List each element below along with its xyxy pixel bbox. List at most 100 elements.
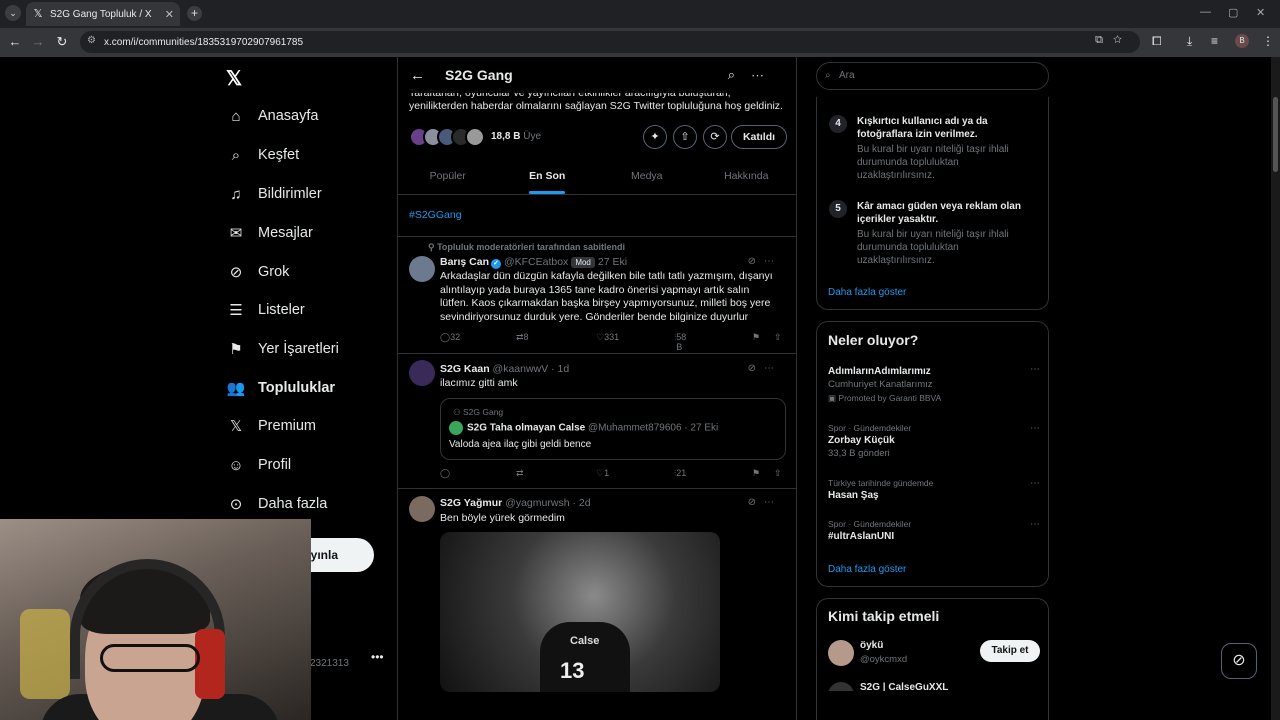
rule-title: Kâr amacı güden veya reklam olan içerikl… (857, 201, 1021, 225)
reload-icon[interactable]: ↻ (50, 34, 74, 50)
close-window-icon[interactable]: ✕ (1256, 6, 1265, 19)
address-bar[interactable]: ⚙ x.com/i/communities/183531970290796178… (80, 31, 1140, 53)
member-count[interactable]: 18,8 B Üye (491, 131, 541, 142)
nav-item-explore[interactable]: ⌕ Keşfet (226, 140, 299, 170)
nav-item-premium[interactable]: 𝕏 Premium (226, 411, 316, 441)
post-author[interactable]: S2G Kaan @kaanwwV · 1d (440, 363, 569, 375)
extensions-icon[interactable]: ⧠ (1152, 34, 1162, 49)
nav-item-lists[interactable]: ☰ Listeler (226, 295, 304, 325)
scrollbar-thumb[interactable] (1273, 97, 1278, 172)
nav-item-profile[interactable]: ☺ Profil (226, 450, 291, 480)
nav-item-grok[interactable]: ⊘ Grok (226, 257, 290, 287)
tab-media[interactable]: Medya (597, 158, 697, 194)
nav-item-home[interactable]: ⌂ Anasayfa (226, 101, 318, 131)
nav-item-messages[interactable]: ✉ Mesajlar (226, 218, 313, 248)
media-icon[interactable]: ≡ (1211, 34, 1218, 48)
who-to-follow-card: Kimi takip etmeli öykü @oykcmxd Takip et… (816, 598, 1049, 720)
post[interactable]: S2G Yağmur @yagmurwsh · 2d ⊘⋯ Ben böyle … (398, 488, 796, 720)
trend-item[interactable]: Spor · Gündemdekiler Zorbay Küçük 33,3 B… (828, 423, 1040, 459)
close-tab-icon[interactable]: ✕ (165, 8, 174, 21)
joined-button[interactable]: Katıldı (731, 125, 787, 149)
search-input[interactable]: ⌕ Ara (816, 62, 1049, 90)
grok-icon[interactable]: ⊘⋯ (748, 256, 782, 267)
search-icon[interactable]: ⌕⋯ (728, 67, 780, 83)
trend-item[interactable]: AdımlarınAdımlarımız Cumhuriyet Kanatlar… (828, 364, 1040, 404)
trend-menu-icon[interactable]: ⋯ (1030, 423, 1040, 434)
repost-button[interactable]: ⇄ 8 (516, 332, 529, 343)
follow-button[interactable]: Takip et (980, 640, 1040, 662)
back-arrow-icon[interactable]: ← (3, 34, 27, 49)
post-media[interactable]: Calse 13 (440, 532, 720, 692)
post-text: Arkadaşlar dün düzgün kafayla değilken b… (440, 270, 773, 323)
community-header: ← S2G Gang ⌕⋯ (398, 57, 796, 93)
post-author[interactable]: S2G Yağmur @yagmurwsh · 2d (440, 497, 591, 509)
forward-arrow-icon[interactable]: → (26, 34, 50, 49)
avatar[interactable] (828, 640, 854, 666)
reply-button[interactable]: ◯ 32 (440, 332, 460, 343)
profile-icon: ☺ (228, 456, 244, 474)
post[interactable]: S2G Kaan @kaanwwV · 1d ⊘⋯ ilacımız gitti… (398, 353, 796, 488)
views-button[interactable]: ⫶ 58 B (674, 332, 686, 352)
right-sidebar: ⌕ Ara 4 Kışkırtıcı kullanıcı adı ya da fo… (797, 57, 1280, 720)
nav-label: Bildirimler (258, 186, 322, 202)
back-arrow-icon[interactable]: ← (410, 67, 425, 84)
new-tab-button[interactable]: + (187, 6, 202, 21)
nav-item-communities[interactable]: 👥 Topluluklar (226, 373, 335, 403)
share-icon[interactable]: ⇧ (673, 125, 697, 149)
quoted-post[interactable]: ⚇ S2G Gang S2G Taha olmayan Calse @Muham… (440, 398, 786, 460)
reply-button[interactable]: ◯ (440, 468, 450, 479)
pin-icon[interactable]: ✦ (643, 125, 667, 149)
bookmark-icon[interactable]: ⚑ (752, 332, 760, 343)
avatar[interactable] (409, 256, 435, 282)
jersey (540, 622, 630, 692)
repost-button[interactable]: ⇄ (516, 468, 524, 479)
invite-icon[interactable]: ⟳ (703, 125, 727, 149)
account-menu-icon[interactable]: ••• (371, 650, 384, 664)
follow-suggestion[interactable]: öykü @oykcmxd Takip et (828, 637, 1040, 671)
profile-avatar[interactable]: B (1235, 34, 1249, 48)
share-icon[interactable]: ⇧ (774, 468, 782, 479)
tab-latest[interactable]: En Son (498, 158, 598, 194)
like-button[interactable]: ♡ 1 (596, 468, 609, 479)
quote-avatar (449, 421, 463, 435)
avatar[interactable] (828, 682, 854, 691)
bookmark-icon[interactable]: ⚑ (752, 468, 760, 479)
nav-item-notifications[interactable]: ♫ Bildirimler (226, 179, 322, 209)
trend-menu-icon[interactable]: ⋯ (1030, 478, 1040, 489)
show-more-link[interactable]: Daha fazla göster (828, 287, 906, 298)
views-button[interactable]: ⫶ 21 (674, 468, 686, 479)
minimize-icon[interactable]: — (1200, 6, 1211, 18)
post-pinned[interactable]: ⚲ Topluluk moderatörleri tarafından sabi… (398, 236, 796, 353)
page-scrollbar[interactable] (1271, 57, 1280, 720)
account-handle[interactable]: 2321313 (310, 658, 349, 669)
avatar[interactable] (409, 496, 435, 522)
x-logo-icon[interactable]: 𝕏 (226, 66, 242, 91)
nav-item-more[interactable]: ⊙ Daha fazla (226, 489, 328, 519)
grok-icon[interactable]: ⊘ (1221, 643, 1257, 679)
tab-popular[interactable]: Popüler (398, 158, 498, 194)
tab-search-icon[interactable]: ⌄ (5, 5, 21, 21)
grok-icon[interactable]: ⊘⋯ (748, 497, 782, 508)
grok-icon[interactable]: ⊘⋯ (748, 363, 782, 374)
community-hashtag[interactable]: #S2GGang (409, 209, 462, 221)
menu-icon[interactable]: ⋮ (1262, 34, 1274, 48)
avatar[interactable] (409, 360, 435, 386)
like-button[interactable]: ♡ 331 (596, 332, 619, 343)
trend-item[interactable]: Türkiye tarihinde gündemde Hasan Şaş ⋯ (828, 478, 1040, 501)
follow-suggestion[interactable]: S2G | CalseGuXXL (828, 679, 1040, 691)
member-avatar[interactable] (465, 127, 485, 147)
maximize-icon[interactable]: ▢ (1228, 6, 1238, 19)
trend-menu-icon[interactable]: ⋯ (1030, 519, 1040, 530)
tab-about[interactable]: Hakkında (697, 158, 797, 194)
share-icon[interactable]: ⇧ (774, 332, 782, 343)
site-info-icon[interactable]: ⚙ (87, 35, 96, 46)
post-author[interactable]: Barış Can ✓ @KFCEatbox Mod 27 Eki (440, 256, 627, 269)
download-icon[interactable]: ⤓ (1187, 34, 1192, 49)
trend-menu-icon[interactable]: ⋯ (1030, 364, 1040, 375)
install-icon[interactable]: ⧉☆ (1095, 34, 1132, 47)
trend-item[interactable]: Spor · Gündemdekiler #ultrAslanUNI ⋯ (828, 519, 1040, 542)
nav-item-bookmarks[interactable]: ⚑ Yer İşaretleri (226, 334, 339, 364)
quote-time: 27 Eki (690, 422, 719, 434)
show-more-link[interactable]: Daha fazla göster (828, 564, 906, 575)
browser-tab[interactable]: 𝕏 S2G Gang Topluluk / X ✕ (26, 2, 180, 26)
